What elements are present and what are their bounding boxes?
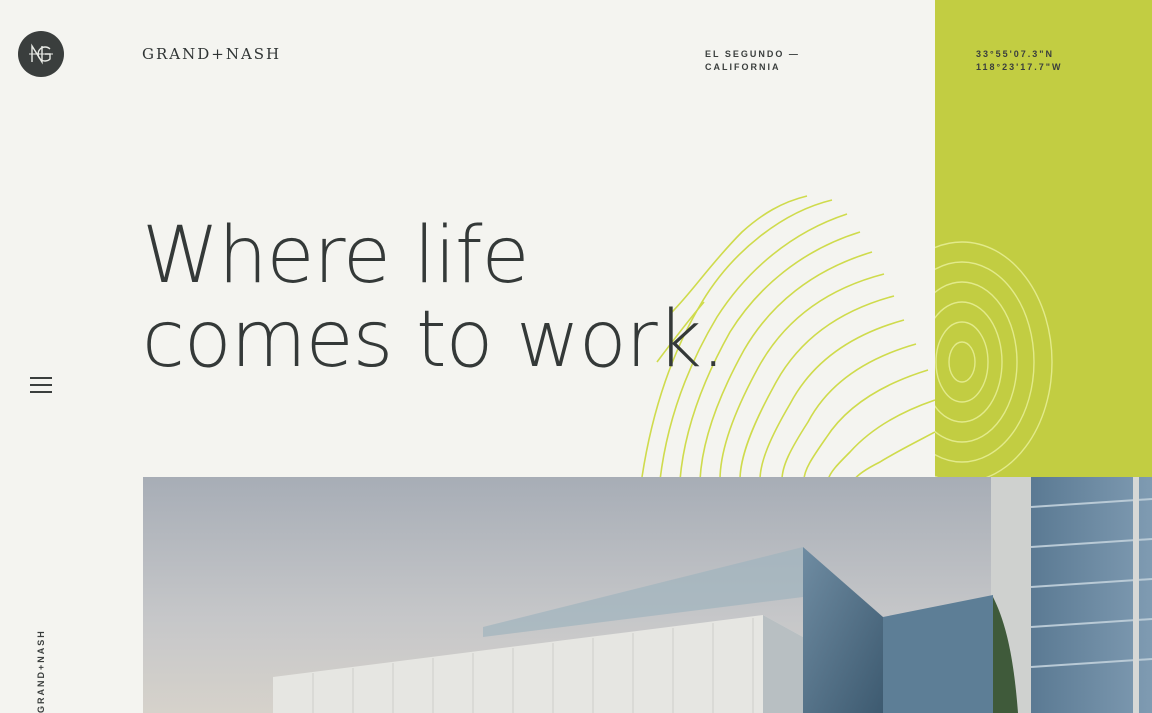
location-city: EL SEGUNDO — bbox=[705, 49, 800, 59]
hero-line-1: Where life bbox=[142, 211, 529, 301]
hamburger-menu-icon[interactable] bbox=[30, 377, 52, 397]
hero-headline: Where life comes to work. bbox=[142, 211, 726, 385]
brand-logo[interactable] bbox=[18, 31, 64, 77]
monogram-icon bbox=[29, 43, 53, 65]
hero-line-2: comes to work. bbox=[142, 295, 726, 385]
vertical-brand-label: GRAND+NASH bbox=[36, 629, 46, 713]
coordinates-lng: 118°23'17.7"W bbox=[976, 62, 1063, 72]
location-label: EL SEGUNDO — CALIFORNIA bbox=[705, 48, 800, 74]
coordinates-label: 33°55'07.3"N 118°23'17.7"W bbox=[976, 48, 1063, 74]
coordinates-lat: 33°55'07.3"N bbox=[976, 49, 1055, 59]
location-state: CALIFORNIA bbox=[705, 62, 781, 72]
building-illustration bbox=[143, 477, 1152, 713]
building-hero-image bbox=[143, 477, 1152, 713]
brand-wordmark[interactable]: GRAND+NASH bbox=[142, 45, 281, 63]
